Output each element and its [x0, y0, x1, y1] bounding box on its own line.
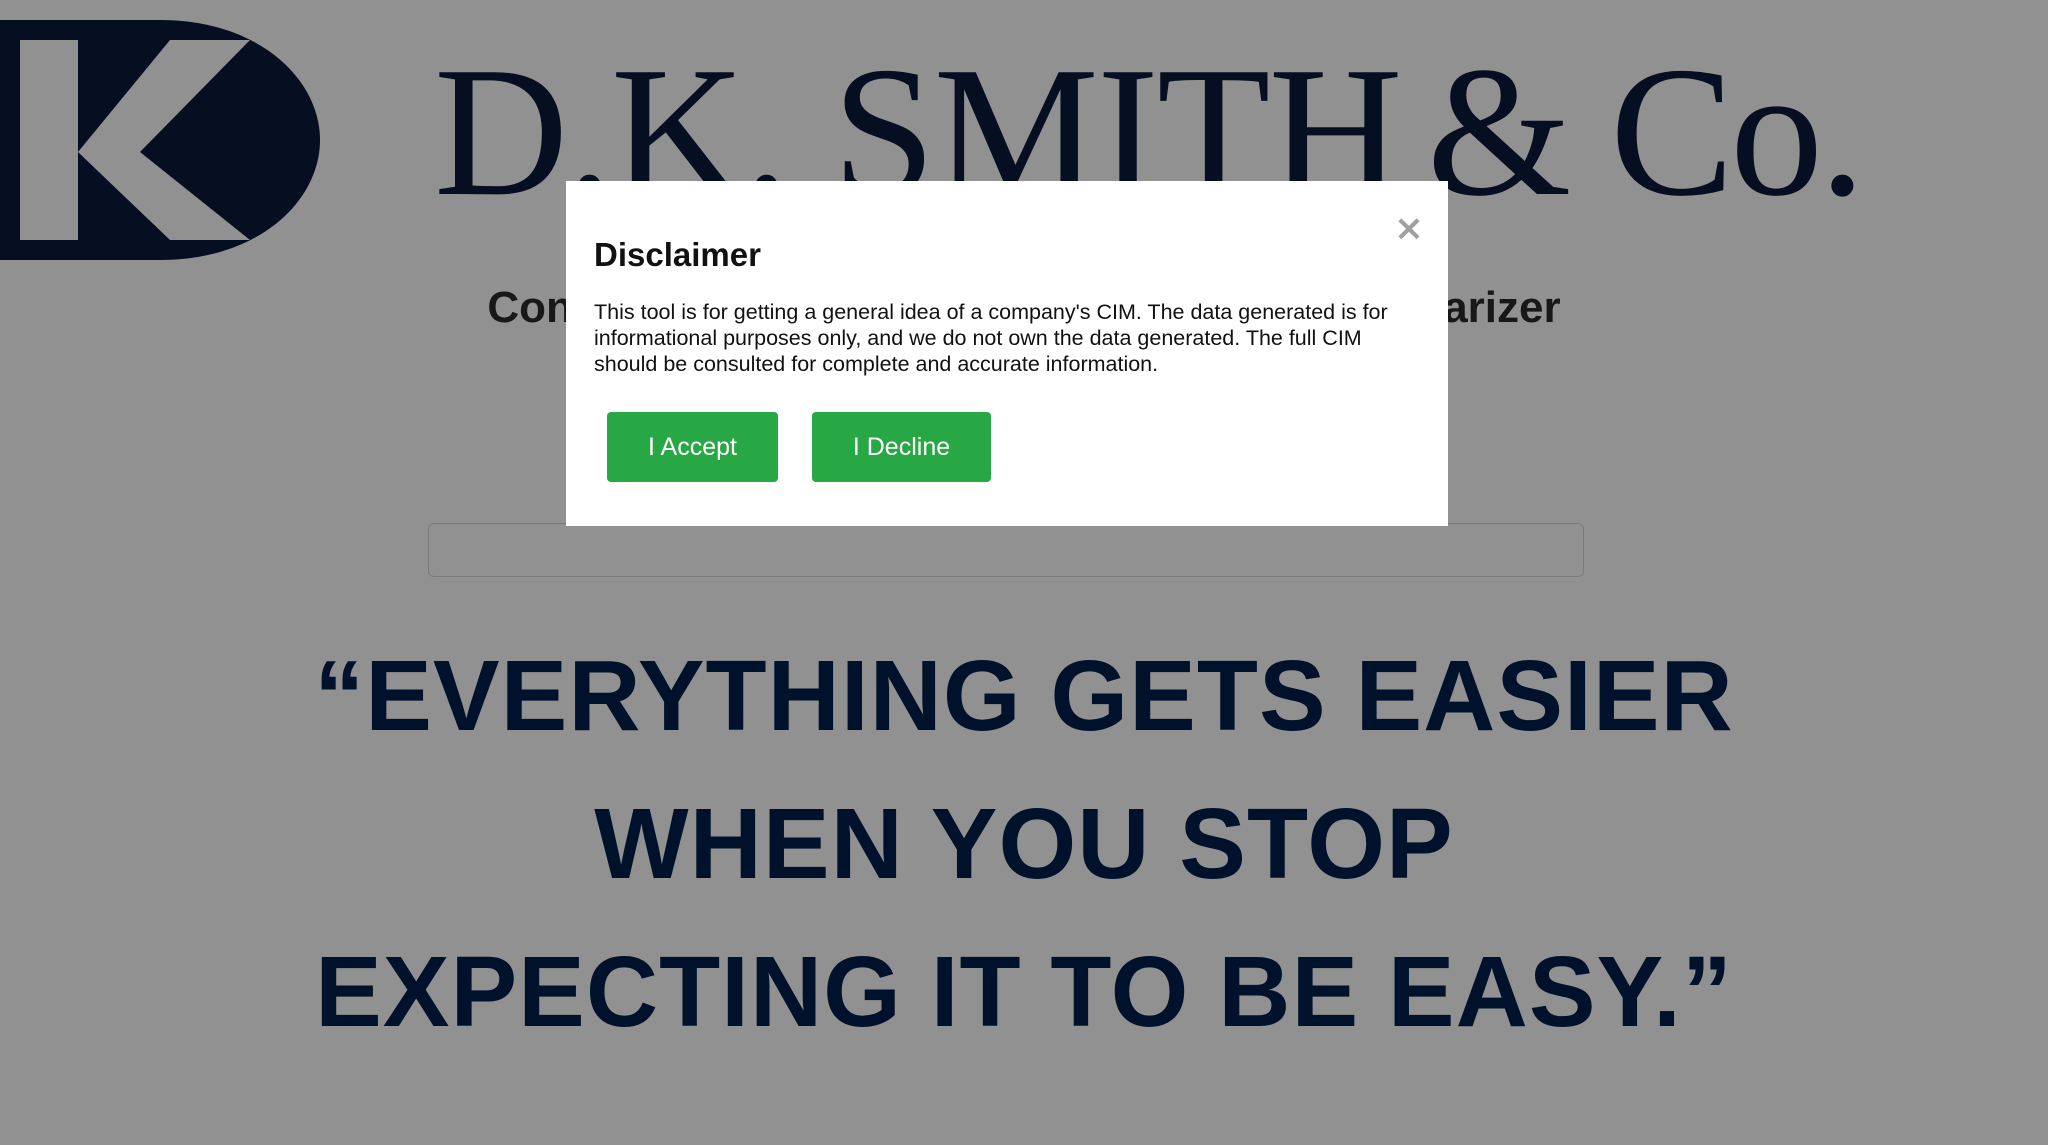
disclaimer-modal: Disclaimer This tool is for getting a ge… [566, 181, 1448, 526]
modal-body-text: This tool is for getting a general idea … [594, 300, 1388, 376]
accept-button[interactable]: I Accept [607, 412, 778, 482]
close-icon[interactable]: × [1392, 211, 1426, 247]
decline-button[interactable]: I Decline [812, 412, 991, 482]
modal-backdrop[interactable] [0, 0, 2048, 1145]
modal-title: Disclaimer [594, 236, 761, 273]
modal-actions: I Accept I Decline [607, 412, 1420, 482]
